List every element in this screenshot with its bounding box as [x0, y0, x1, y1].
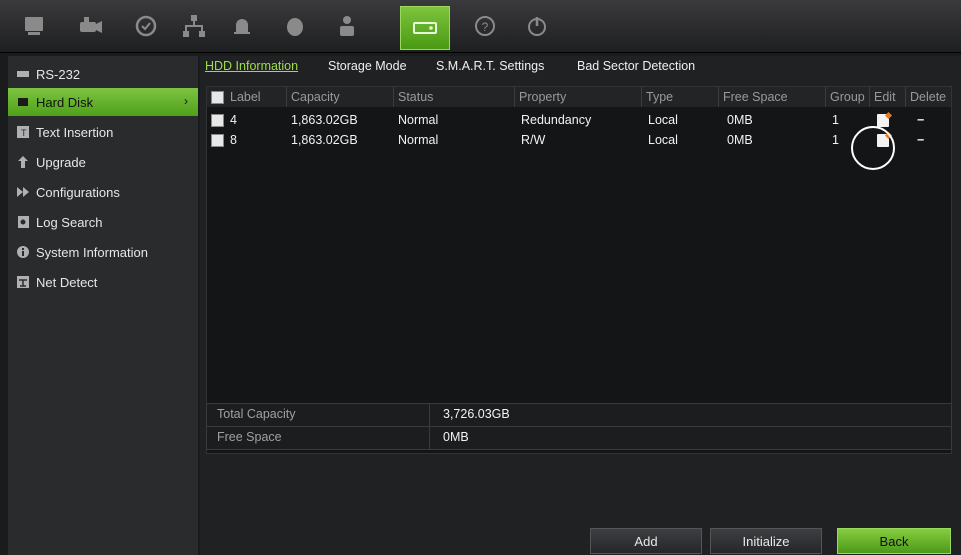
sidebar: RS-232 Hard Disk › T Text Insertion Upgr…	[8, 56, 198, 555]
header-status: Status	[394, 87, 515, 107]
table-row[interactable]: 4	[211, 111, 237, 129]
cell-type: Local	[648, 133, 678, 147]
log-search-icon	[16, 215, 30, 229]
sidebar-item-upgrade[interactable]: Upgrade	[8, 148, 198, 176]
header-property: Property	[515, 87, 642, 107]
add-button[interactable]: Add	[590, 528, 702, 554]
cell-capacity: 1,863.02GB	[291, 133, 358, 147]
sidebar-item-label: Configurations	[36, 184, 120, 200]
cell-status: Normal	[398, 113, 439, 127]
cell-status: Normal	[398, 133, 439, 147]
initialize-button[interactable]: Initialize	[710, 528, 822, 554]
svg-text:T: T	[21, 128, 27, 138]
device-icon[interactable]	[275, 8, 315, 44]
hard-disk-icon	[16, 95, 30, 109]
row-checkbox[interactable]	[211, 134, 224, 148]
storage-icon[interactable]	[400, 6, 450, 50]
help-icon[interactable]: ?	[465, 8, 505, 44]
delete-icon[interactable]: −	[917, 111, 924, 129]
cell-property: Redundancy	[521, 113, 592, 127]
tab-storage-mode[interactable]: Storage Mode	[328, 59, 407, 73]
select-all-checkbox[interactable]	[211, 91, 224, 105]
cell-type: Local	[648, 113, 678, 127]
playback-icon[interactable]	[126, 8, 166, 44]
top-toolbar: ?	[0, 0, 961, 53]
hdd-table: Label Capacity Status Property Type Free…	[206, 86, 952, 454]
sidebar-item-label: System Information	[36, 244, 148, 260]
sidebar-item-configurations[interactable]: Configurations	[8, 178, 198, 206]
power-icon[interactable]	[517, 8, 557, 44]
sidebar-item-label: Upgrade	[36, 154, 86, 170]
sidebar-item-label: Log Search	[36, 214, 103, 230]
table-row[interactable]: 8	[211, 131, 237, 149]
chevron-right-icon: ›	[184, 94, 188, 108]
header-edit: Edit	[870, 87, 906, 107]
back-button[interactable]: Back	[837, 528, 951, 554]
header-delete: Delete	[906, 87, 951, 107]
free-space-value: 0MB	[443, 430, 469, 444]
user-icon[interactable]	[327, 8, 367, 44]
cell-free-space: 0MB	[727, 133, 753, 147]
edit-icon[interactable]	[877, 114, 889, 127]
header-label[interactable]: Label	[207, 87, 287, 107]
free-space-label: Free Space	[217, 430, 282, 444]
header-capacity: Capacity	[287, 87, 394, 107]
cell-label: 8	[230, 133, 237, 147]
sidebar-item-label: RS-232	[36, 66, 81, 82]
cell-group: 1	[832, 113, 839, 127]
sidebar-item-system-information[interactable]: System Information	[8, 238, 198, 266]
monitor-icon[interactable]	[14, 8, 54, 44]
cell-label: 4	[230, 113, 237, 127]
free-space-row: Free Space 0MB	[206, 426, 952, 450]
svg-text:?: ?	[482, 20, 489, 34]
sidebar-item-text-insertion[interactable]: T Text Insertion	[8, 118, 198, 146]
cell-free-space: 0MB	[727, 113, 753, 127]
tab-bad-sector-detection[interactable]: Bad Sector Detection	[577, 59, 695, 73]
cell-group: 1	[832, 133, 839, 147]
net-detect-icon	[16, 275, 30, 289]
total-capacity-value: 3,726.03GB	[443, 407, 510, 421]
row-checkbox[interactable]	[211, 114, 224, 128]
alarm-icon[interactable]	[222, 8, 262, 44]
network-icon[interactable]	[174, 8, 214, 44]
sidebar-item-label: Hard Disk	[36, 94, 94, 110]
tab-hdd-information[interactable]: HDD Information	[205, 59, 298, 73]
sidebar-item-label: Net Detect	[36, 274, 98, 290]
text-insertion-icon: T	[16, 125, 30, 139]
highlight-circle	[851, 126, 895, 170]
cell-property: R/W	[521, 133, 546, 147]
configurations-icon	[16, 185, 30, 199]
total-capacity-label: Total Capacity	[217, 407, 296, 421]
sidebar-item-log-search[interactable]: Log Search	[8, 208, 198, 236]
header-type: Type	[642, 87, 719, 107]
main-panel: HDD Information Storage Mode S.M.A.R.T. …	[200, 56, 961, 555]
rs232-icon	[16, 67, 30, 81]
header-free-space: Free Space	[719, 87, 826, 107]
sidebar-item-rs232[interactable]: RS-232	[8, 60, 198, 88]
total-capacity-row: Total Capacity 3,726.03GB	[206, 403, 952, 427]
delete-icon[interactable]: −	[917, 131, 924, 149]
header-group: Group	[826, 87, 870, 107]
sidebar-item-net-detect[interactable]: Net Detect	[8, 268, 198, 296]
sidebar-item-label: Text Insertion	[36, 124, 114, 140]
cell-capacity: 1,863.02GB	[291, 113, 358, 127]
tab-smart-settings[interactable]: S.M.A.R.T. Settings	[436, 59, 544, 73]
info-icon	[16, 245, 30, 259]
sidebar-item-hard-disk[interactable]: Hard Disk ›	[8, 88, 198, 116]
upgrade-icon	[16, 155, 30, 169]
camera-icon[interactable]	[70, 8, 110, 44]
